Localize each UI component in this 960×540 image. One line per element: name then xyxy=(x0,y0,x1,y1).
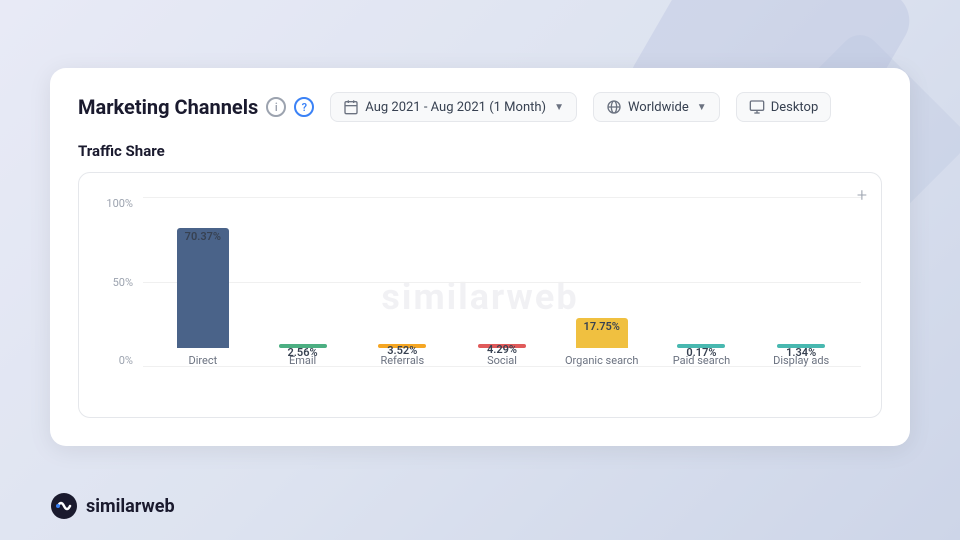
globe-icon xyxy=(606,99,622,115)
y-label-0: 0% xyxy=(119,354,133,367)
bar-value-1: 2.56% xyxy=(288,346,318,359)
bar-group-email[interactable]: 2.56%Email xyxy=(253,197,353,367)
bar-value-6: 1.34% xyxy=(786,346,816,359)
device-filter[interactable]: Desktop xyxy=(736,92,832,122)
bar-0 xyxy=(177,228,229,348)
chart-card: + similarweb 100% 50% 0% 70.37%Direct2.5… xyxy=(78,172,882,418)
help-icon[interactable]: ? xyxy=(294,97,314,117)
bar-value-2: 3.52% xyxy=(387,344,417,357)
date-filter[interactable]: Aug 2021 - Aug 2021 (1 Month) ▼ xyxy=(330,92,577,122)
region-filter-label: Worldwide xyxy=(628,100,689,115)
brand-name: similarweb xyxy=(86,496,175,517)
bar-group-paid-search[interactable]: 0.17%Paid search xyxy=(652,197,752,367)
bars-area: 70.37%Direct2.56%Email3.52%Referrals4.29… xyxy=(143,197,861,367)
region-filter[interactable]: Worldwide ▼ xyxy=(593,92,720,122)
date-chevron-icon: ▼ xyxy=(554,102,564,113)
monitor-icon xyxy=(749,99,765,115)
bar-group-display-ads[interactable]: 1.34%Display ads xyxy=(751,197,851,367)
brand-footer: similarweb xyxy=(50,492,175,520)
date-filter-label: Aug 2021 - Aug 2021 (1 Month) xyxy=(365,100,546,115)
bar-group-social[interactable]: 4.29%Social xyxy=(452,197,552,367)
bar-name-3: Social xyxy=(487,354,517,367)
calendar-icon xyxy=(343,99,359,115)
y-axis: 100% 50% 0% xyxy=(99,197,139,367)
brand-logo-icon xyxy=(50,492,78,520)
bar-group-organic-search[interactable]: 17.75% Organic search xyxy=(552,197,652,367)
bar-value-4: 17.75% xyxy=(584,320,620,333)
bar-name-0: Direct xyxy=(189,354,218,367)
bar-value-0: 70.37% xyxy=(185,230,221,243)
header-row: Marketing Channels i ? Aug 2021 - Aug 20… xyxy=(78,92,882,122)
bar-group-referrals[interactable]: 3.52%Referrals xyxy=(352,197,452,367)
info-icon[interactable]: i xyxy=(266,97,286,117)
title-group: Marketing Channels i ? xyxy=(78,95,314,119)
region-chevron-icon: ▼ xyxy=(697,102,707,113)
bar-group-direct[interactable]: 70.37% Direct xyxy=(153,197,253,367)
y-label-100: 100% xyxy=(106,197,133,210)
page-title: Marketing Channels xyxy=(78,95,258,119)
chart-area: similarweb 100% 50% 0% 70.37%Direct2.56%… xyxy=(99,197,861,397)
y-label-50: 50% xyxy=(113,276,133,289)
main-card: Marketing Channels i ? Aug 2021 - Aug 20… xyxy=(50,68,910,446)
section-title: Traffic Share xyxy=(78,142,882,160)
bar-name-4: Organic search xyxy=(565,354,639,367)
bar-value-5: 0.17% xyxy=(686,346,716,359)
device-filter-label: Desktop xyxy=(771,100,819,115)
bar-value-3: 4.29% xyxy=(487,343,517,356)
